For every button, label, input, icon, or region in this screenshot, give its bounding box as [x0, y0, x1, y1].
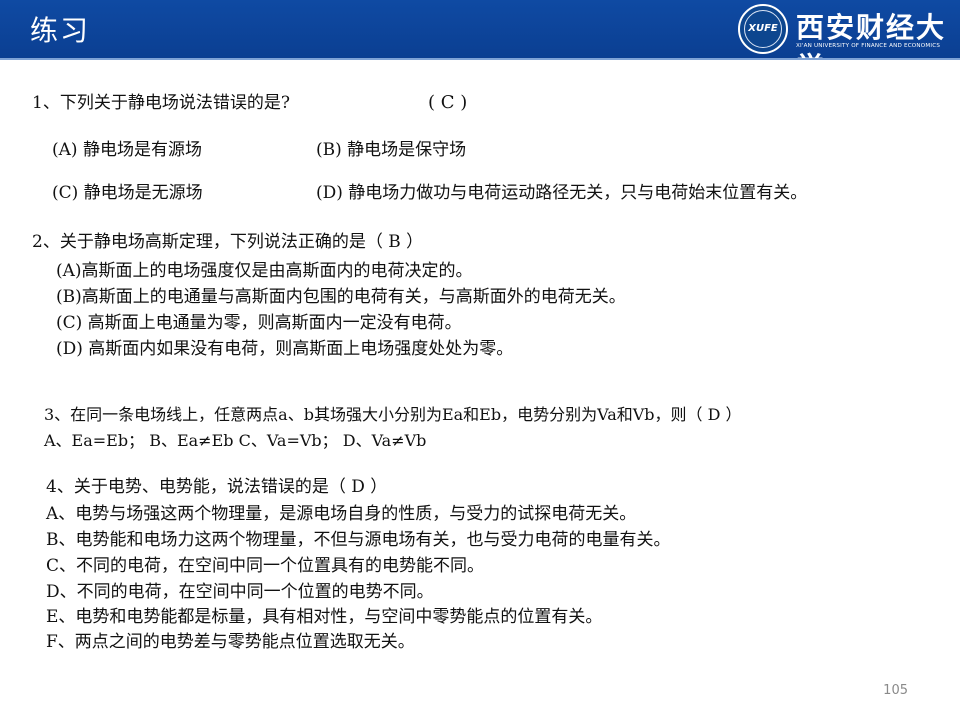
- university-name-en: XI'AN UNIVERSITY OF FINANCE AND ECONOMIC…: [796, 43, 941, 49]
- q3-stem: 3、在同一条电场线上，任意两点a、b其场强大小分别为Ea和Eb，电势分别为Va和…: [44, 405, 742, 424]
- header-divider: [0, 58, 960, 60]
- q2-option-c: (C) 高斯面上电通量为零，则高斯面内一定没有电荷。: [56, 313, 462, 333]
- q4-item: E、电势和电势能都是标量，具有相对性，与空间中零势能点的位置有关。: [46, 607, 603, 627]
- q4-item: B、电势能和电场力这两个物理量，不但与源电场有关，也与受力电荷的电量有关。: [46, 530, 671, 550]
- q2-option-b: (B)高斯面上的电通量与高斯面内包围的电荷有关，与高斯面外的电荷无关。: [56, 287, 626, 307]
- q4-item: C、不同的电荷，在空间中同一个位置具有的电势能不同。: [46, 556, 485, 576]
- q2-option-d: (D) 高斯面内如果没有电荷，则高斯面上电场强度处处为零。: [56, 339, 514, 359]
- q1-option-b: (B) 静电场是保守场: [316, 140, 467, 160]
- q4-item: F、两点之间的电势差与零势能点位置选取无关。: [46, 632, 415, 652]
- q3-options: A、Ea=Eb； B、Ea≠Eb C、Va=Vb； D、Va≠Vb: [44, 431, 427, 450]
- q1-option-c: (C) 静电场是无源场: [52, 183, 203, 203]
- q4-item: D、不同的电荷，在空间中同一个位置的电势不同。: [46, 582, 434, 602]
- q4-stem: 4、关于电势、电势能，说法错误的是（ D ）: [46, 477, 388, 497]
- q1-answer: ( C ): [428, 92, 468, 113]
- q1-stem: 1、下列关于静电场说法错误的是?: [32, 93, 290, 113]
- q1-option-a: (A) 静电场是有源场: [52, 140, 202, 160]
- q4-item: A、电势与场强这两个物理量，是源电场自身的性质，与受力的试探电荷无关。: [46, 504, 637, 524]
- university-logo: XUFE 西安财经大学 XI'AN UNIVERSITY OF FINANCE …: [738, 4, 952, 84]
- university-seal-icon: XUFE: [738, 4, 788, 54]
- slide-header: 练习 XUFE 西安财经大学 XI'AN UNIVERSITY OF FINAN…: [0, 0, 960, 84]
- q1-option-d: (D) 静电场力做功与电荷运动路径无关，只与电荷始末位置有关。: [316, 183, 808, 203]
- page-number: 105: [883, 683, 908, 698]
- q2-option-a: (A)高斯面上的电场强度仅是由高斯面内的电荷决定的。: [56, 261, 473, 281]
- q2-stem: 2、关于静电场高斯定理，下列说法正确的是（ B ）: [32, 232, 424, 252]
- slide-title: 练习: [30, 14, 91, 47]
